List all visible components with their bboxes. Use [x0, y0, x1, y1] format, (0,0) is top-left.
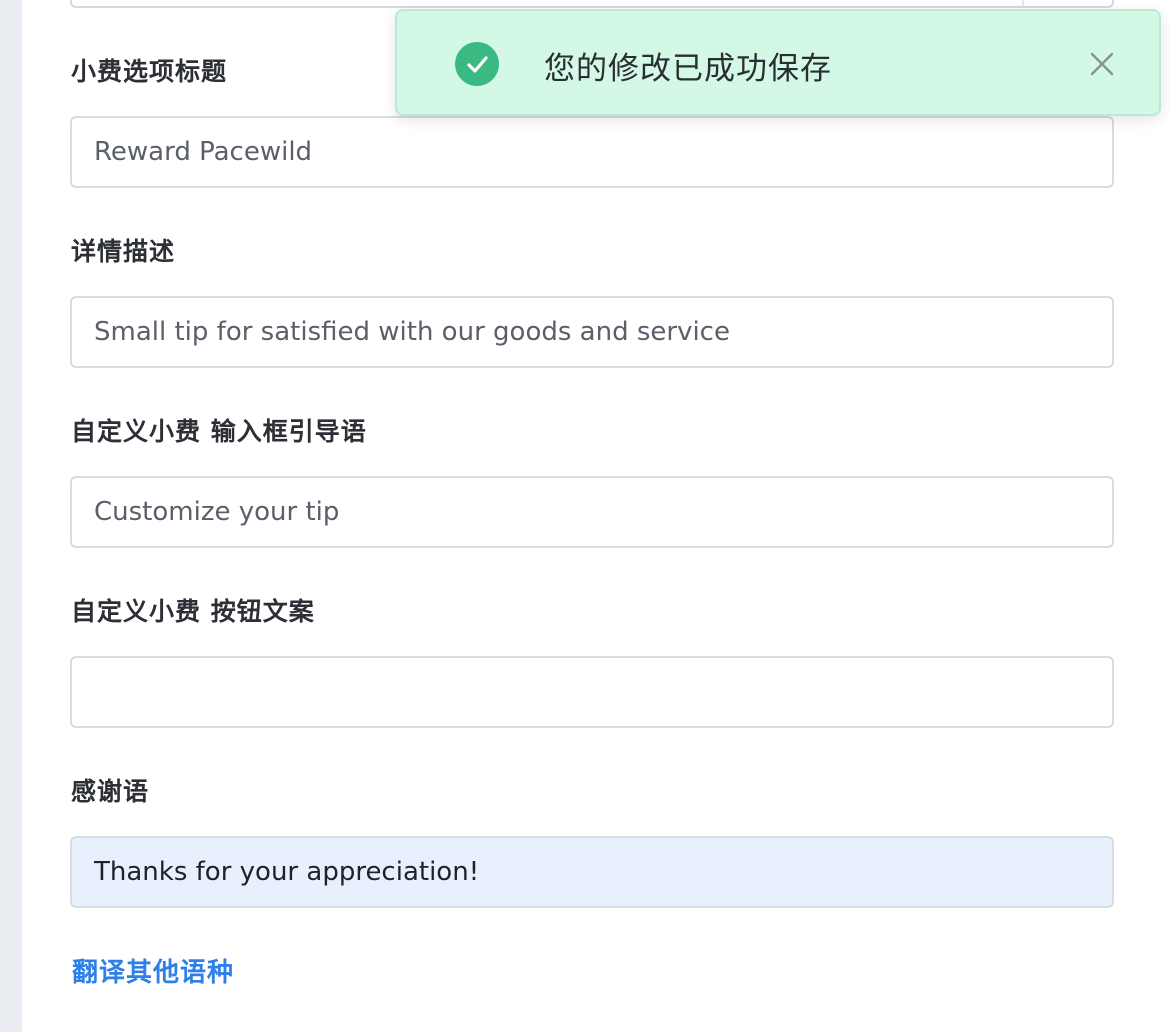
toast-message: 您的修改已成功保存 — [544, 51, 832, 87]
description-label: 详情描述 — [71, 237, 176, 266]
custom-tip-placeholder-label: 自定义小费 输入框引导语 — [71, 417, 367, 446]
previous-field-edge — [70, 0, 1114, 8]
close-icon[interactable] — [1089, 51, 1115, 77]
description-input[interactable] — [70, 296, 1114, 368]
custom-tip-placeholder-input[interactable] — [70, 476, 1114, 548]
thanks-message-label: 感谢语 — [71, 777, 150, 806]
thanks-message-input[interactable] — [70, 836, 1114, 908]
custom-tip-button-text-input[interactable] — [70, 656, 1114, 728]
custom-tip-button-text-label: 自定义小费 按钮文案 — [71, 597, 315, 626]
translate-other-languages-link[interactable]: 翻译其他语种 — [72, 952, 234, 989]
previous-field-divider — [1022, 0, 1024, 6]
tip-title-input[interactable] — [70, 116, 1114, 188]
check-circle-icon — [455, 42, 499, 86]
success-toast: 您的修改已成功保存 — [395, 9, 1161, 116]
tip-title-label: 小费选项标题 — [71, 57, 228, 86]
